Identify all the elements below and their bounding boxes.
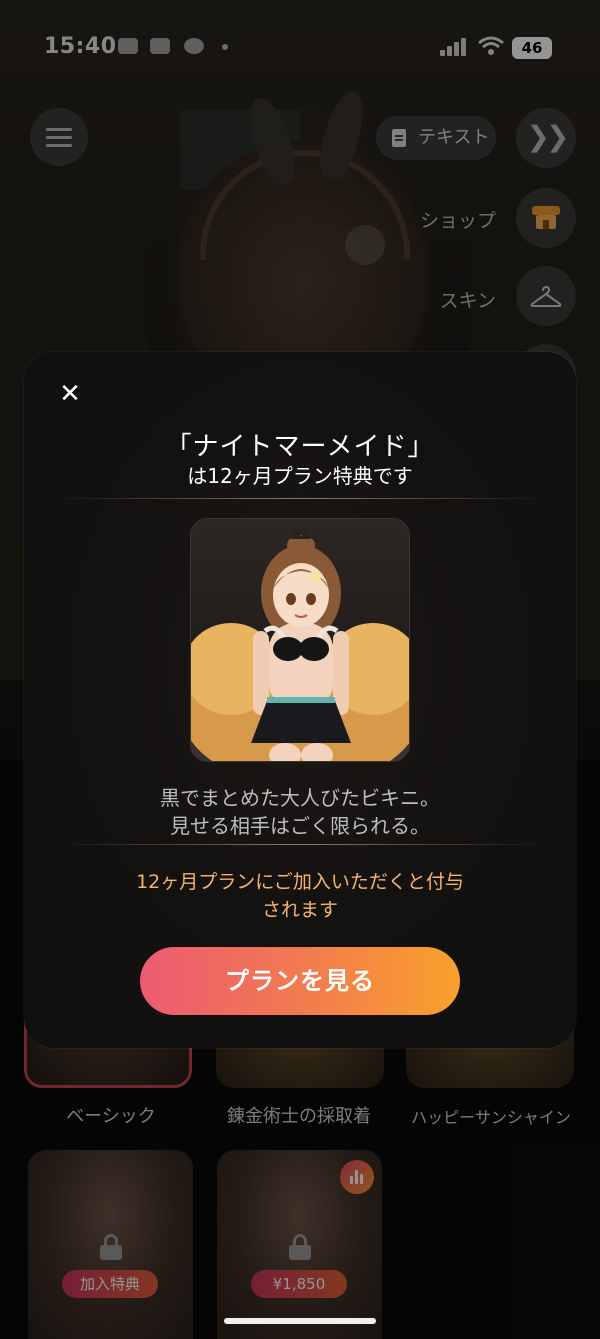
divider (54, 844, 546, 845)
close-button[interactable]: ✕ (56, 380, 84, 408)
plan-note-line: 12ヶ月プランにご加入いただくと付与 (136, 871, 464, 893)
outfit-description: 黒でまとめた大人びたビキニ。 見せる相手はごく限られる。 (24, 784, 576, 840)
view-plans-button[interactable]: プランを見る (140, 947, 460, 1015)
outfit-preview-image (190, 518, 410, 762)
premium-outfit-modal: ✕ 「ナイトマーメイド」 は12ヶ月プラン特典です 黒でまとめた大人びたビキニ。… (24, 352, 576, 1048)
modal-title: 「ナイトマーメイド」 (165, 432, 435, 462)
divider (54, 498, 546, 499)
home-indicator[interactable] (224, 1318, 376, 1324)
plan-note: 12ヶ月プランにご加入いただくと付与 されます (104, 868, 496, 924)
close-icon: ✕ (59, 379, 81, 409)
plan-note-line: されます (261, 899, 338, 921)
modal-subtitle: は12ヶ月プラン特典です (187, 464, 413, 488)
description-line: 見せる相手はごく限られる。 (170, 814, 430, 838)
description-line: 黒でまとめた大人びたビキニ。 (160, 786, 440, 810)
